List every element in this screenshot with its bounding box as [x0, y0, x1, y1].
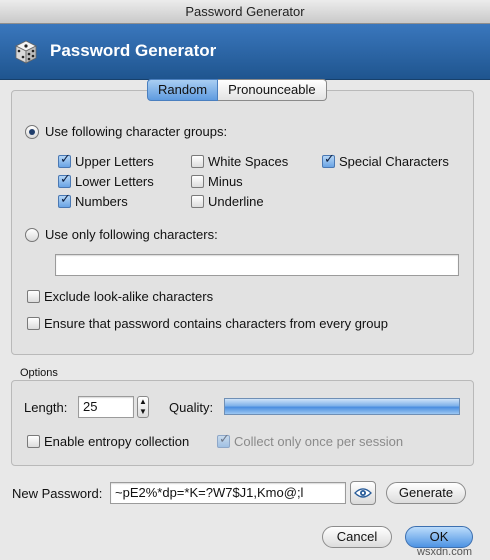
window-title: Password Generator — [185, 4, 305, 19]
window-titlebar: Password Generator — [0, 0, 490, 24]
checkbox-numbers[interactable] — [58, 192, 71, 208]
quality-meter — [224, 398, 460, 415]
lower-letters-label: Lower Letters — [75, 174, 154, 189]
tab-pronounceable[interactable]: Pronounceable — [218, 79, 327, 101]
checkbox-exclude-lookalike[interactable] — [27, 290, 40, 303]
collect-once-label: Collect only once per session — [234, 434, 404, 449]
entropy-collection-label: Enable entropy collection — [44, 434, 190, 449]
radio-use-groups[interactable] — [25, 125, 39, 139]
checkbox-special-characters[interactable] — [322, 152, 335, 168]
cancel-button[interactable]: Cancel — [322, 526, 392, 548]
checkbox-minus[interactable] — [191, 175, 204, 188]
checkbox-underline[interactable] — [191, 195, 204, 208]
options-panel — [11, 380, 474, 466]
generate-button[interactable]: Generate — [386, 482, 466, 504]
numbers-label: Numbers — [75, 194, 128, 209]
reveal-password-button[interactable] — [350, 481, 376, 505]
checkbox-white-spaces[interactable] — [191, 155, 204, 168]
upper-letters-label: Upper Letters — [75, 154, 154, 169]
radio-use-groups-label: Use following character groups: — [45, 124, 228, 139]
options-section-label: Options — [20, 367, 58, 379]
watermark-text: wsxdn.com — [417, 546, 473, 558]
app-header: Password Generator — [0, 24, 490, 80]
special-characters-label: Special Characters — [339, 154, 449, 169]
header-title: Password Generator — [50, 41, 217, 60]
length-stepper[interactable]: ▲ ▼ — [137, 396, 149, 418]
underline-label: Underline — [208, 194, 264, 209]
new-password-field[interactable]: ~pE2%*dp=*K=?W7$J1,Kmo@;l — [110, 482, 346, 504]
quality-label: Quality: — [169, 400, 214, 415]
radio-use-only-label: Use only following characters: — [45, 227, 218, 242]
ensure-every-group-label: Ensure that password contains characters… — [44, 316, 388, 331]
eye-icon — [354, 488, 372, 498]
white-spaces-label: White Spaces — [208, 154, 289, 169]
stepper-up-icon[interactable]: ▲ — [139, 397, 147, 406]
length-label: Length: — [24, 400, 68, 415]
ok-button[interactable]: OK — [405, 526, 473, 548]
only-characters-input[interactable] — [55, 254, 459, 276]
dice-icon — [15, 40, 37, 64]
tab-random[interactable]: Random — [147, 79, 219, 101]
exclude-lookalike-label: Exclude look-alike characters — [44, 289, 214, 304]
checkbox-entropy-collection[interactable] — [27, 435, 40, 448]
checkbox-collect-once — [217, 432, 230, 448]
new-password-label: New Password: — [12, 486, 103, 501]
radio-use-only[interactable] — [25, 228, 39, 242]
mode-tabs: Random Pronounceable — [147, 79, 327, 101]
checkbox-upper-letters[interactable] — [58, 152, 71, 168]
stepper-down-icon[interactable]: ▼ — [139, 407, 147, 416]
length-field[interactable]: 25 — [78, 396, 134, 418]
checkbox-lower-letters[interactable] — [58, 172, 71, 188]
minus-label: Minus — [208, 174, 243, 189]
checkbox-ensure-every-group[interactable] — [27, 317, 40, 330]
